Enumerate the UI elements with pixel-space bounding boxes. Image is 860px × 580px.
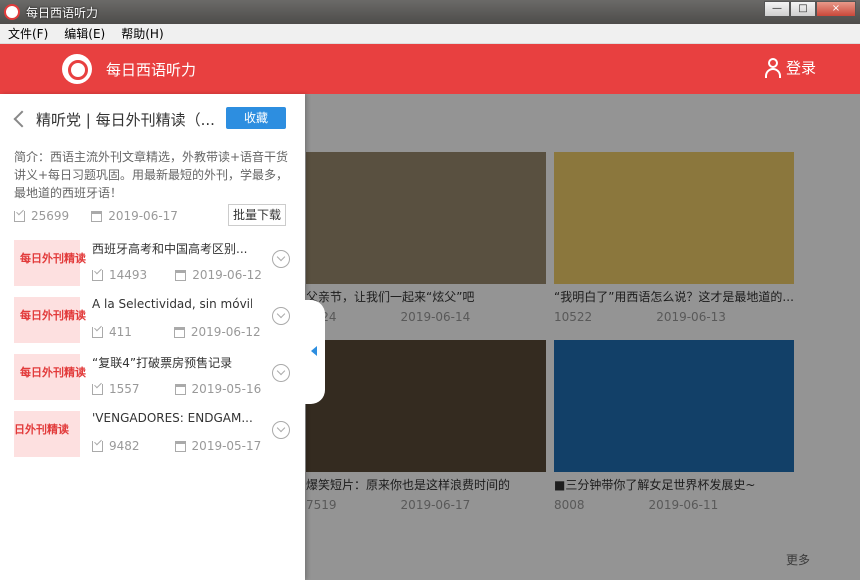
list-item[interactable]: 日外刊精读 'VENGADORES: ENDGAM... 9482 2019-0… (14, 407, 296, 464)
album-downloads: 25699 (31, 209, 70, 223)
login-label: 登录 (785, 59, 816, 77)
user-icon (764, 57, 781, 78)
calendar-icon (91, 210, 103, 222)
download-icon[interactable] (272, 421, 290, 439)
header-title: 每日西语听力 (106, 61, 197, 79)
window-controls: — □ × (764, 1, 856, 17)
logo-icon (62, 54, 92, 84)
episode-list: 每日外刊精读 西班牙高考和中国高考区别... 14493 2019-06-12 … (14, 236, 296, 464)
download-count-icon (14, 210, 25, 222)
maximize-button[interactable]: □ (790, 1, 816, 17)
login-button[interactable]: 登录 (764, 57, 816, 78)
menu-file[interactable]: 文件(F) (0, 25, 56, 42)
calendar-icon (175, 269, 187, 281)
list-item[interactable]: 每日外刊精读 “复联4”打破票房预售记录 1557 2019-05-16 (14, 350, 296, 407)
download-count-icon (92, 326, 103, 338)
episode-thumbnail: 每日外刊精读 (14, 240, 86, 286)
calendar-icon (174, 440, 186, 452)
window-title: 每日西语听力 (26, 5, 99, 20)
episode-meta: 14493 2019-06-12 (92, 268, 262, 282)
episode-thumbnail: 每日外刊精读 (14, 297, 86, 343)
episode-meta: 1557 2019-05-16 (92, 382, 262, 396)
list-item[interactable]: 每日外刊精读 西班牙高考和中国高考区别... 14493 2019-06-12 (14, 236, 296, 293)
download-icon[interactable] (272, 364, 290, 382)
arrow-left-icon (311, 346, 317, 356)
batch-download-button[interactable]: 批量下载 (228, 204, 286, 226)
episode-thumbnail: 每日外刊精读 (14, 354, 86, 400)
calendar-icon (174, 383, 186, 395)
episode-thumbnail: 日外刊精读 (14, 411, 80, 457)
download-count-icon (92, 440, 103, 452)
calendar-icon (173, 326, 185, 338)
close-button[interactable]: × (816, 1, 856, 17)
album-meta: 25699 2019-06-17 批量下载 (14, 204, 292, 226)
app-icon (4, 4, 20, 20)
album-description: 简介：西语主流外刊文章精选，外教带读+语音干货讲义+每日习题巩固。用最新最短的外… (14, 150, 289, 200)
episode-title: 西班牙高考和中国高考区别... (92, 242, 248, 256)
menu-help[interactable]: 帮助(H) (113, 25, 171, 42)
panel-header: 精听党 | 每日外刊精读（... 收藏 (12, 106, 292, 132)
download-count-icon (92, 269, 103, 281)
episode-title: 'VENGADORES: ENDGAM... (92, 411, 252, 425)
episode-meta: 411 2019-06-12 (92, 325, 262, 339)
download-icon[interactable] (272, 307, 290, 325)
download-count-icon (92, 383, 103, 395)
menu-edit[interactable]: 编辑(E) (56, 25, 113, 42)
title-bar: 每日西语听力 — □ × (0, 0, 860, 24)
list-item[interactable]: 每日外刊精读 A la Selectividad, sin móvil,... … (14, 293, 296, 350)
album-panel: 精听党 | 每日外刊精读（... 收藏 简介：西语主流外刊文章精选，外教带读+语… (0, 94, 305, 580)
favorite-button[interactable]: 收藏 (226, 107, 286, 129)
album-date: 2019-06-17 (108, 209, 178, 223)
back-icon[interactable] (13, 110, 31, 128)
menu-bar: 文件(F) 编辑(E) 帮助(H) (0, 24, 860, 44)
collapse-panel-button[interactable] (305, 300, 325, 404)
episode-meta: 9482 2019-05-17 (92, 439, 262, 453)
download-icon[interactable] (272, 250, 290, 268)
panel-title: 精听党 | 每日外刊精读（... (36, 110, 215, 129)
episode-title: “复联4”打破票房预售记录 (92, 356, 233, 370)
episode-title: A la Selectividad, sin móvil,... (92, 297, 252, 311)
minimize-button[interactable]: — (764, 1, 790, 17)
app-header: 每日西语听力 登录 (0, 44, 860, 94)
